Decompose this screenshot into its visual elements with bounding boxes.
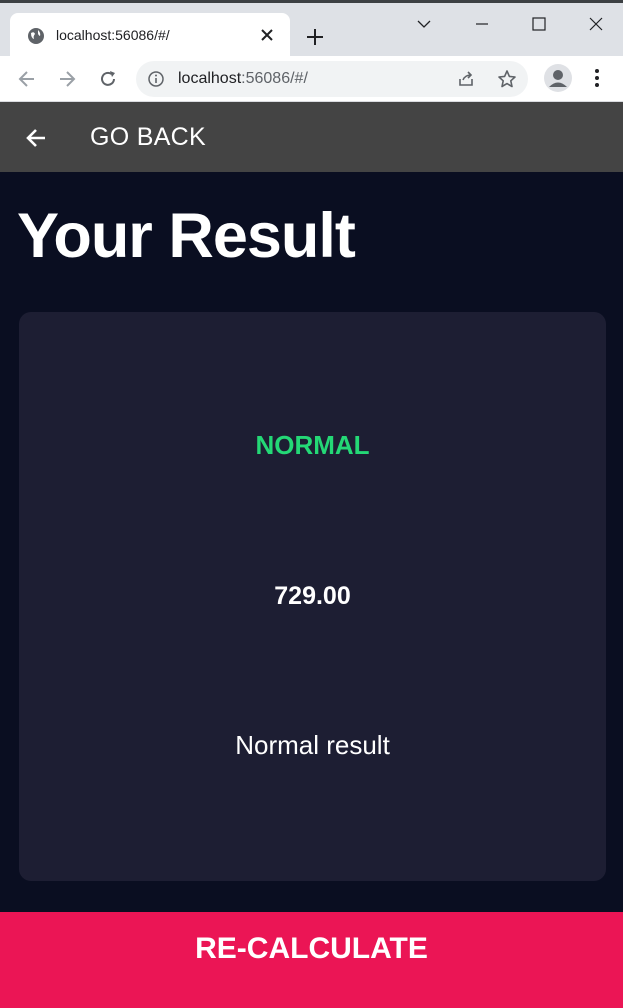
tab-title: localhost:56086/#/ [56,27,170,43]
star-icon[interactable] [497,69,517,94]
arrow-left-icon[interactable] [16,68,38,95]
browser-tab[interactable]: localhost:56086/#/ [10,13,290,59]
arrow-left-icon[interactable] [24,126,48,155]
page-title: Your Result [17,201,356,271]
chevron-down-icon[interactable] [416,16,432,37]
app-bar: GO BACK [0,102,623,172]
address-bar[interactable]: localhost:56086/#/ [136,61,528,97]
info-icon[interactable] [148,71,164,92]
arrow-right-icon[interactable] [56,68,78,95]
url-rest: :56086/#/ [241,70,308,87]
url-text: localhost:56086/#/ [178,70,308,88]
result-card: NORMAL 729.00 Normal result [19,312,606,881]
profile-icon[interactable] [544,64,572,92]
browser-toolbar: localhost:56086/#/ [0,56,623,102]
reload-icon[interactable] [97,68,119,95]
maximize-icon[interactable] [531,16,547,37]
globe-icon [27,27,45,50]
url-host: localhost [178,70,242,87]
minimize-icon[interactable] [474,16,490,37]
result-page: Your Result NORMAL 729.00 Normal result [0,172,623,912]
plus-icon[interactable] [305,27,325,52]
result-description: Normal result [235,730,390,760]
more-vert-icon[interactable] [588,67,606,94]
go-back-button[interactable]: GO BACK [90,123,206,152]
browser-tab-strip: localhost:56086/#/ [0,0,623,59]
close-icon[interactable] [260,28,274,47]
result-status: NORMAL [255,430,370,460]
recalculate-button[interactable]: RE-CALCULATE [0,912,623,1008]
close-window-icon[interactable] [588,16,604,37]
share-icon[interactable] [456,69,476,94]
result-value: 729.00 [274,582,351,610]
